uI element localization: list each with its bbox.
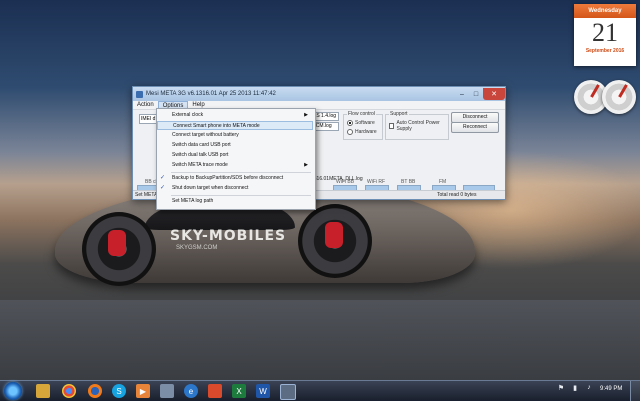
memory-meter-gadget[interactable] <box>602 80 636 114</box>
minimize-button[interactable]: – <box>455 88 469 100</box>
meter-needle-icon <box>618 84 628 98</box>
menu-item-label: Switch data card USB port <box>172 142 231 148</box>
taskbar-clock[interactable]: 9:49 PM <box>600 386 622 392</box>
auto-power-label: Auto Control Power Supply <box>396 120 440 132</box>
calendar-weekday: Wednesday <box>574 4 636 18</box>
menu-item-connect-smartphone[interactable]: Connect Smart phone into META mode <box>157 121 313 130</box>
app-icon[interactable] <box>160 384 174 398</box>
wallpaper-brake <box>325 222 343 248</box>
menu-item-connect-without-battery[interactable]: Connect target without battery <box>157 131 313 140</box>
window-title: Mesi META 3G v6.1316.01 Apr 25 2013 11:4… <box>146 91 276 97</box>
menu-separator <box>171 195 311 196</box>
menu-separator <box>171 172 311 173</box>
checkbox-icon[interactable] <box>389 123 395 129</box>
menu-item-label: Shut down target when disconnect <box>172 185 249 191</box>
folder-icon[interactable] <box>36 384 50 398</box>
auto-power-option[interactable]: Auto Control Power Supply <box>389 120 448 132</box>
menu-item-label: Set META log path <box>172 198 214 204</box>
status-text: Set META <box>135 192 158 198</box>
skype-icon[interactable]: S <box>112 384 126 398</box>
status-total-read: Total read 0 bytes <box>437 192 477 198</box>
menu-item-backup-before-disconnect[interactable]: ✓ Backup to BackupPartition/SDS before d… <box>157 174 313 183</box>
calendar-day: 21 <box>592 18 618 47</box>
flow-software-option[interactable]: Software <box>347 120 375 126</box>
close-button[interactable]: ✕ <box>483 88 505 100</box>
network-icon[interactable]: ▮ <box>570 384 580 396</box>
maximize-button[interactable]: □ <box>469 88 483 100</box>
checkmark-icon: ✓ <box>160 175 166 181</box>
menu-item-switch-trace-mode[interactable]: Switch META trace mode ▶ <box>157 161 313 170</box>
options-menu: External clock ▶ Connect Smart phone int… <box>156 108 316 210</box>
show-desktop-button[interactable] <box>630 381 640 401</box>
menu-item-label: Backup to BackupPartition/SDS before dis… <box>172 175 284 181</box>
app-icon <box>136 90 143 98</box>
wallpaper-brake <box>108 230 126 256</box>
checkmark-icon: ✓ <box>160 185 166 191</box>
menu-item-label: Connect Smart phone into META mode <box>173 123 260 129</box>
menu-item-external-clock[interactable]: External clock ▶ <box>157 111 313 120</box>
meta-icon[interactable] <box>280 384 296 400</box>
firefox-icon[interactable] <box>88 384 102 398</box>
flag-icon[interactable]: ⚑ <box>556 384 566 396</box>
menu-item-switch-data-card[interactable]: Switch data card USB port <box>157 141 313 150</box>
volume-icon[interactable]: ♪ <box>584 384 594 396</box>
submenu-arrow-icon: ▶ <box>304 112 308 118</box>
support-label: Support <box>389 111 409 117</box>
taskbar: S ▶ e X W ⚑ ▮ ♪ 9:49 PM <box>0 380 640 401</box>
ie-icon[interactable]: e <box>184 384 198 398</box>
start-button[interactable] <box>4 382 22 400</box>
car-decal-title: SKY-MOBILES <box>170 228 287 244</box>
radio-icon[interactable] <box>347 129 353 135</box>
reconnect-button[interactable]: Reconnect <box>451 122 499 133</box>
calendar-gadget[interactable]: Wednesday 21 September 2016 <box>574 4 636 66</box>
menu-action[interactable]: Action <box>133 101 158 109</box>
java-icon[interactable] <box>208 384 222 398</box>
menu-item-label: Switch dual talk USB port <box>172 152 229 158</box>
media-player-icon[interactable]: ▶ <box>136 384 150 398</box>
flow-control-label: Flow control <box>347 111 376 117</box>
meter-needle-icon <box>590 84 600 98</box>
word-icon[interactable]: W <box>256 384 270 398</box>
excel-icon[interactable]: X <box>232 384 246 398</box>
flow-software-label: Software <box>355 120 375 126</box>
wallpaper-road <box>0 300 640 380</box>
menu-item-switch-dual-talk[interactable]: Switch dual talk USB port <box>157 151 313 160</box>
log-path-label: 1316.01META_DLL.log <box>311 176 363 182</box>
menu-item-label: Connect target without battery <box>172 132 239 138</box>
flow-hardware-option[interactable]: Hardware <box>347 129 377 135</box>
calendar-month: September 2016 <box>585 48 625 54</box>
flow-hardware-label: Hardware <box>355 129 377 135</box>
flow-control-group: Flow control Software Hardware <box>343 111 383 140</box>
support-group: Support Auto Control Power Supply <box>385 111 449 140</box>
menu-item-set-log-path[interactable]: Set META log path <box>157 197 313 206</box>
submenu-arrow-icon: ▶ <box>304 162 308 168</box>
radio-selected-icon[interactable] <box>347 120 353 126</box>
menu-item-label: External clock <box>172 112 204 118</box>
car-decal-subtitle: SKYGSM.COM <box>176 245 218 251</box>
window-titlebar[interactable]: Mesi META 3G v6.1316.01 Apr 25 2013 11:4… <box>133 87 505 101</box>
chrome-icon[interactable] <box>62 384 76 398</box>
menu-item-shutdown-on-disconnect[interactable]: ✓ Shut down target when disconnect <box>157 184 313 193</box>
menu-item-label: Switch META trace mode <box>172 162 228 168</box>
